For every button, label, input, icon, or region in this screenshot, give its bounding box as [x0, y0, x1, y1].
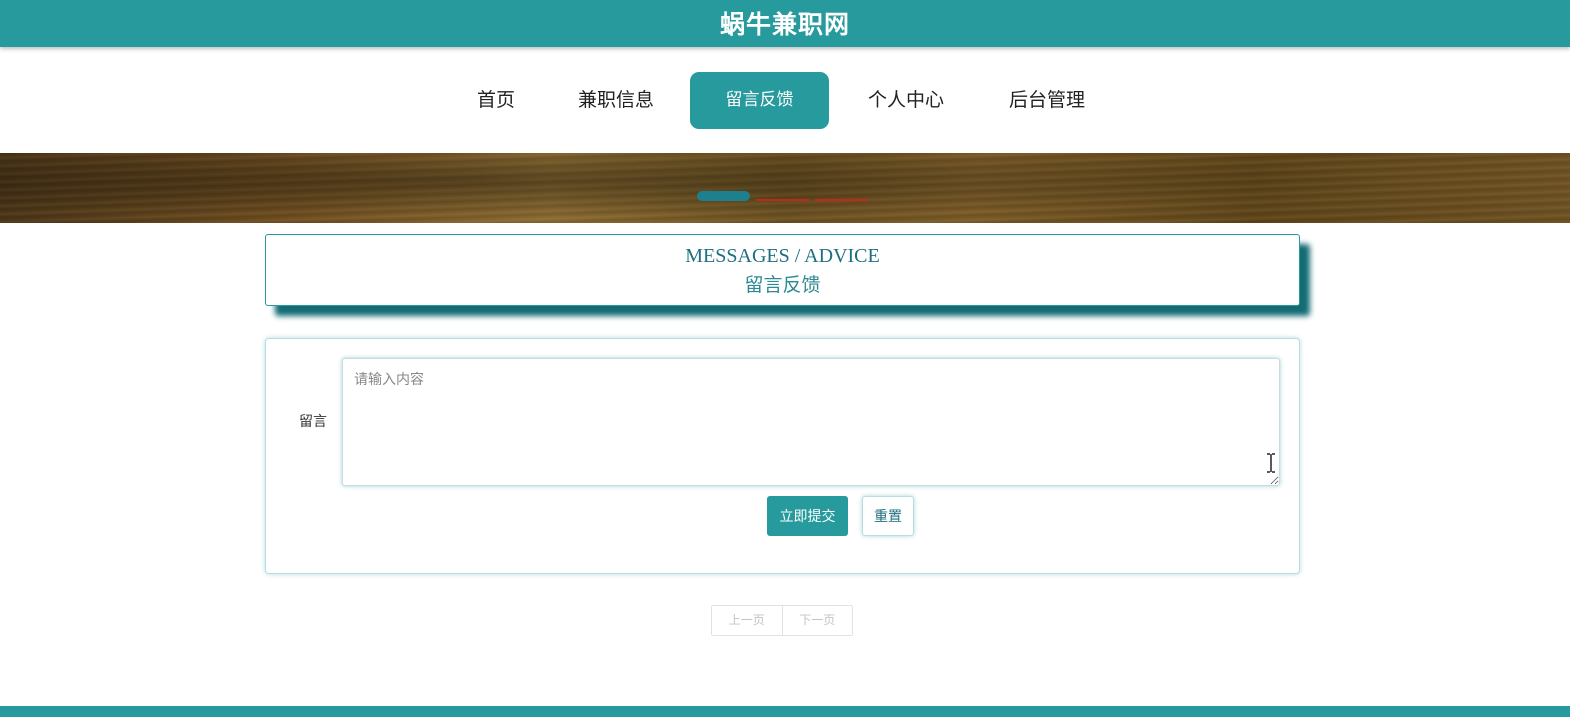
- submit-button[interactable]: 立即提交: [767, 496, 848, 536]
- carousel-indicator-2[interactable]: [756, 199, 809, 201]
- top-header-bar: 蜗牛兼职网: [0, 0, 1570, 47]
- site-title: 蜗牛兼职网: [719, 10, 850, 39]
- nav-item-jobs[interactable]: 兼职信息: [562, 72, 670, 129]
- nav-item-home[interactable]: 首页: [461, 72, 531, 129]
- carousel-indicator-3[interactable]: [815, 199, 868, 201]
- reset-button[interactable]: 重置: [862, 496, 914, 536]
- message-textarea[interactable]: [342, 358, 1280, 486]
- prev-page-button[interactable]: 上一页: [712, 606, 782, 635]
- section-title-chinese: 留言反馈: [744, 274, 821, 296]
- banner-image: [0, 153, 1570, 223]
- section-title-english: MESSAGES / ADVICE: [685, 245, 880, 267]
- pagination: 上一页 下一页: [711, 605, 853, 636]
- nav-item-admin[interactable]: 后台管理: [993, 72, 1101, 129]
- banner-carousel: [0, 153, 1570, 223]
- section-title-box: MESSAGES / ADVICE 留言反馈: [265, 234, 1300, 306]
- text-cursor-icon: [1267, 453, 1275, 473]
- message-label: 留言: [299, 414, 327, 430]
- main-navigation: 首页 兼职信息 留言反馈 个人中心 后台管理: [0, 47, 1570, 153]
- nav-item-profile[interactable]: 个人中心: [852, 72, 960, 129]
- next-page-button[interactable]: 下一页: [781, 606, 853, 635]
- footer-bar: [0, 706, 1570, 717]
- nav-item-feedback[interactable]: 留言反馈: [690, 72, 829, 129]
- carousel-indicator-1[interactable]: [697, 191, 750, 201]
